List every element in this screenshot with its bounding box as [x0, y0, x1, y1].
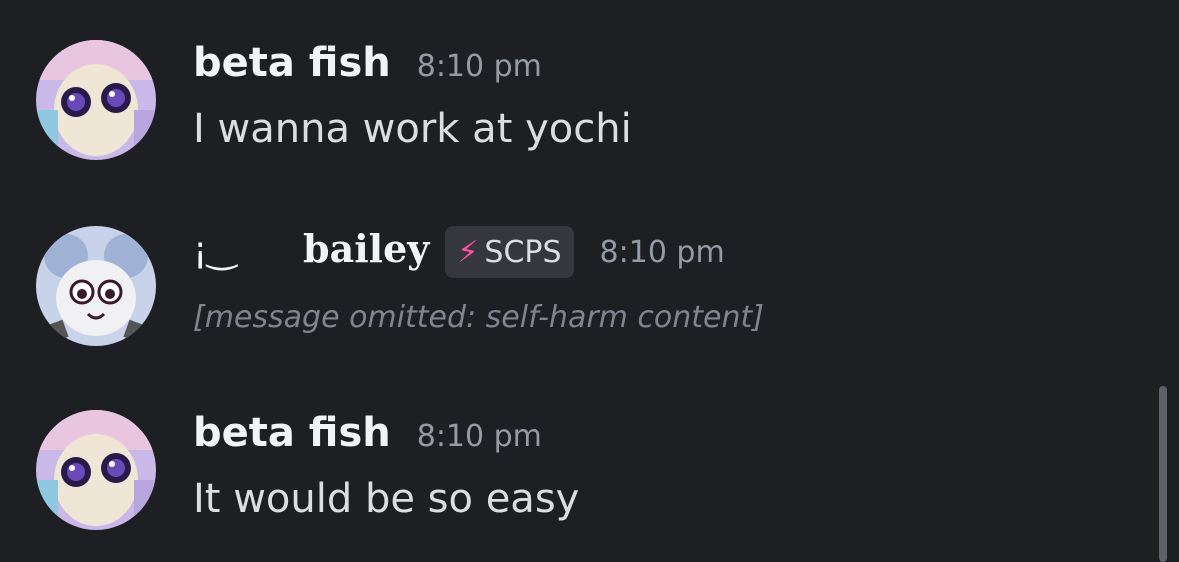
author-name[interactable]: bailey	[303, 226, 429, 271]
message-text: I wanna work at yochi	[193, 106, 632, 152]
avatar-bailey[interactable]	[36, 226, 156, 346]
avatar-image	[36, 410, 156, 530]
message-header: beta fish 8:10 pm	[193, 40, 542, 86]
timestamp: 8:10 pm	[599, 235, 725, 270]
author-name[interactable]: beta fish	[193, 410, 391, 456]
avatar-beta-fish[interactable]	[36, 410, 156, 530]
server-tag-label: SCPS	[484, 234, 562, 270]
server-tag[interactable]: ⚡ SCPS	[445, 226, 574, 278]
scrollbar[interactable]	[1159, 386, 1167, 562]
avatar-beta-fish[interactable]	[36, 40, 156, 160]
avatar-image	[36, 226, 156, 346]
timestamp: 8:10 pm	[416, 49, 542, 84]
lightning-icon: ⚡	[457, 234, 479, 270]
message-text-omitted: [message omitted: self-harm content]	[193, 300, 764, 335]
timestamp: 8:10 pm	[416, 419, 542, 454]
avatar-image	[36, 40, 156, 160]
message-header: beta fish 8:10 pm	[193, 410, 542, 456]
author-name[interactable]: beta fish	[193, 40, 391, 86]
message-header: ¡‿ bailey ⚡ SCPS 8:10 pm	[193, 226, 725, 278]
name-decoration: ¡‿	[193, 230, 237, 271]
message-text: It would be so easy	[193, 476, 580, 522]
